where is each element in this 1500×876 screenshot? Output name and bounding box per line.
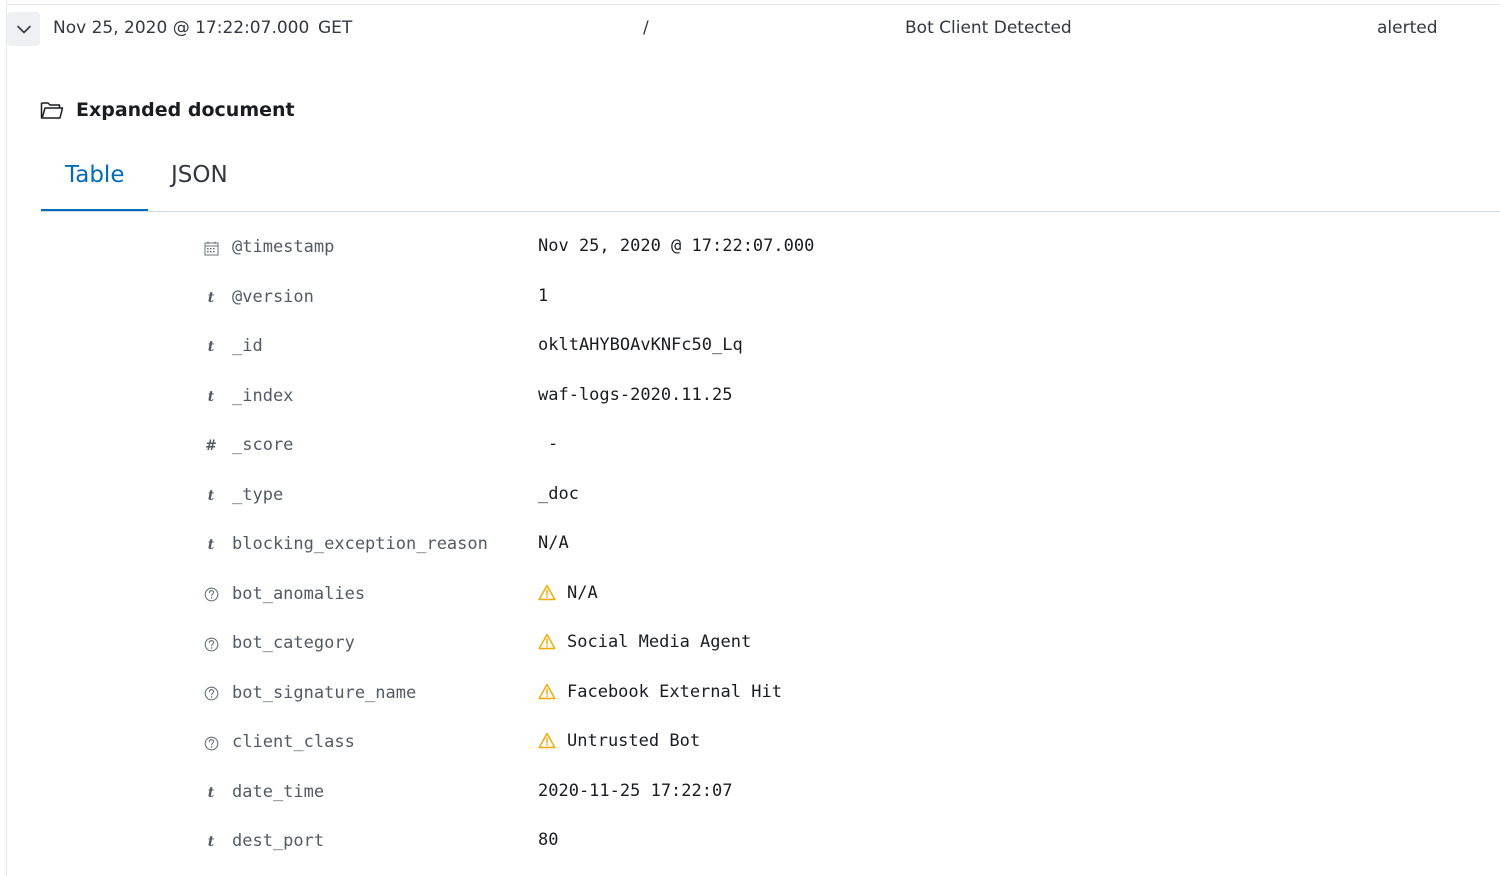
- field-name: bot_signature_name: [232, 682, 417, 703]
- field-value-text: okltAHYBOAvKNFc50_Lq: [538, 335, 743, 355]
- document-summary-row[interactable]: Nov 25, 2020 @ 17:22:07.000 GET / Bot Cl…: [0, 8, 1500, 54]
- field-value-text: 80: [538, 830, 559, 850]
- field-row: t _id okltAHYBOAvKNFc50_Lq: [0, 323, 1500, 373]
- question-icon: [202, 585, 220, 605]
- document-field-table: @timestamp Nov 25, 2020 @ 17:22:07.000 t @v…: [0, 224, 1500, 868]
- field-name: blocking_exception_reason: [232, 534, 488, 554]
- field-name: bot_category: [232, 633, 355, 653]
- field-row: client_class Untrusted Bot: [0, 719, 1500, 769]
- field-row: t _type _doc: [0, 472, 1500, 522]
- field-value: N/A: [538, 533, 569, 553]
- field-row: # _score -: [0, 422, 1500, 472]
- field-value: 2020-11-25 17:22:07: [538, 781, 732, 801]
- field-row: bot_signature_name Facebook External Hit: [0, 670, 1500, 720]
- calendar-icon: [202, 238, 220, 258]
- field-value-text: waf-logs-2020.11.25: [538, 384, 733, 405]
- folder-open-icon: [40, 102, 64, 119]
- tab-table[interactable]: Table: [65, 162, 124, 188]
- collapse-row-button[interactable]: [7, 12, 40, 46]
- field-name: @version: [232, 286, 314, 307]
- top-border: [6, 4, 1500, 5]
- field-value-text: 1: [538, 285, 549, 306]
- field-name: _id: [232, 336, 263, 356]
- chevron-down-icon: [16, 25, 31, 33]
- summary-path: /: [643, 18, 649, 38]
- field-value: Social Media Agent: [538, 632, 751, 652]
- field-name: _type: [232, 484, 284, 505]
- field-value-text: -: [548, 434, 559, 454]
- field-value-text: Untrusted Bot: [567, 731, 701, 751]
- field-row: @timestamp Nov 25, 2020 @ 17:22:07.000: [0, 224, 1500, 274]
- field-row: t blocking_exception_reason N/A: [0, 521, 1500, 571]
- field-name: bot_anomalies: [232, 583, 366, 604]
- field-value: 1: [538, 286, 548, 306]
- summary-method: GET: [318, 18, 353, 38]
- summary-violation: Bot Client Detected: [905, 18, 1072, 38]
- string-type-icon: t: [207, 289, 215, 306]
- number-type-icon: #: [205, 438, 217, 454]
- field-row: bot_anomalies N/A: [0, 571, 1500, 621]
- field-name: @timestamp: [232, 237, 335, 257]
- question-icon: [202, 733, 220, 753]
- field-name: client_class: [232, 732, 355, 752]
- view-tabs: Table JSON: [40, 150, 1500, 212]
- string-type-icon: t: [207, 388, 215, 405]
- string-type-icon: t: [207, 487, 215, 504]
- field-row: t @version 1: [0, 274, 1500, 324]
- field-value-text: N/A: [538, 533, 569, 553]
- tabs-divider: [40, 211, 1500, 212]
- summary-timestamp: Nov 25, 2020 @ 17:22:07.000: [53, 18, 310, 38]
- warning-icon: [538, 633, 556, 651]
- field-name: _score: [232, 435, 294, 455]
- field-value: Untrusted Bot: [538, 731, 700, 751]
- field-value: Nov 25, 2020 @ 17:22:07.000: [538, 236, 814, 256]
- field-row: t date_time 2020-11-25 17:22:07: [0, 769, 1500, 819]
- expanded-document-title: Expanded document: [76, 99, 295, 121]
- field-value: N/A: [538, 583, 598, 603]
- field-value: -: [538, 434, 558, 454]
- warning-icon: [538, 683, 556, 701]
- field-row: t _index waf-logs-2020.11.25: [0, 373, 1500, 423]
- question-icon: [202, 634, 220, 654]
- field-value: 80: [538, 830, 558, 850]
- summary-status: alerted: [1377, 18, 1438, 38]
- string-type-icon: t: [207, 537, 215, 553]
- field-row: bot_category Social Media Agent: [0, 620, 1500, 670]
- field-value-text: 2020-11-25 17:22:07: [538, 780, 733, 801]
- question-icon: [202, 684, 220, 704]
- discover-document-view: Nov 25, 2020 @ 17:22:07.000 GET / Bot Cl…: [0, 0, 1500, 876]
- string-type-icon: t: [207, 834, 215, 850]
- field-row: t dest_port 80: [0, 818, 1500, 868]
- field-value: okltAHYBOAvKNFc50_Lq: [538, 335, 743, 355]
- field-value-text: _doc: [538, 483, 579, 504]
- warning-icon: [538, 584, 556, 602]
- field-value-text: Facebook External Hit: [567, 681, 782, 702]
- field-value: Facebook External Hit: [538, 682, 782, 702]
- string-type-icon: t: [207, 339, 215, 355]
- tab-json[interactable]: JSON: [171, 162, 228, 188]
- field-name: dest_port: [232, 831, 325, 851]
- field-value: waf-logs-2020.11.25: [538, 385, 732, 405]
- string-type-icon: t: [207, 784, 215, 801]
- field-value: _doc: [538, 484, 579, 504]
- field-name: _index: [232, 385, 294, 406]
- field-name: date_time: [232, 781, 325, 802]
- field-value-text: Nov 25, 2020 @ 17:22:07.000: [538, 236, 815, 256]
- expanded-document-header: Expanded document: [40, 96, 295, 124]
- field-value-text: Social Media Agent: [567, 632, 752, 652]
- field-value-text: N/A: [567, 582, 598, 603]
- warning-icon: [538, 732, 556, 750]
